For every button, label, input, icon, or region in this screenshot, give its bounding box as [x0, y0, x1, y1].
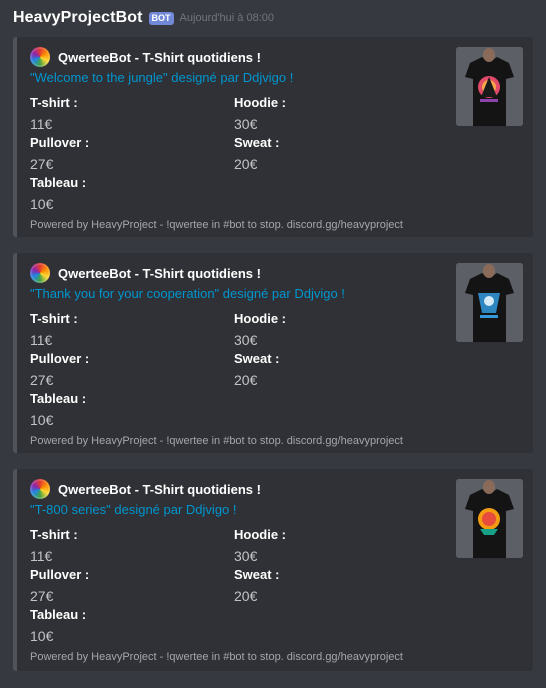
field-hoodie: Hoodie : 30€ [234, 95, 424, 133]
field-value: 11€ [30, 548, 53, 564]
field-tshirt: T-shirt : 11€ [30, 311, 220, 349]
field-name: T-shirt : [30, 95, 78, 110]
embed-author: QwerteeBot - T-Shirt quotidiens ! [30, 47, 261, 67]
qwertee-logo-icon [30, 263, 50, 283]
qwertee-logo-icon [30, 47, 50, 67]
field-name: Pullover : [30, 351, 90, 366]
field-value: 11€ [30, 332, 53, 348]
field-sweat: Sweat : 20€ [234, 351, 424, 389]
embed-title-link[interactable]: "T-800 series" designé par Ddjvigo ! [30, 502, 237, 517]
field-pullover: Pullover : 27€ [30, 351, 220, 389]
field-value: 20€ [234, 588, 258, 604]
field-name: Tableau : [30, 175, 87, 190]
field-value: 20€ [234, 372, 258, 388]
field-name: Pullover : [30, 135, 90, 150]
field-pullover: Pullover : 27€ [30, 135, 220, 173]
field-sweat: Sweat : 20€ [234, 567, 424, 605]
field-name: Hoodie : [234, 95, 286, 110]
field-name: Tableau : [30, 607, 87, 622]
bot-badge: BOT [148, 11, 174, 25]
field-tableau: Tableau : 10€ [30, 607, 220, 645]
embed-3: QwerteeBot - T-Shirt quotidiens ! "T-800… [13, 469, 533, 671]
embed-2: QwerteeBot - T-Shirt quotidiens ! "Thank… [13, 253, 533, 453]
field-tshirt: T-shirt : 11€ [30, 95, 220, 133]
field-name: T-shirt : [30, 311, 78, 326]
field-name: Sweat : [234, 567, 280, 582]
embed-author-name: QwerteeBot - T-Shirt quotidiens ! [58, 481, 261, 497]
field-value: 30€ [234, 548, 258, 564]
field-name: Sweat : [234, 351, 280, 366]
embed-author-name: QwerteeBot - T-Shirt quotidiens ! [58, 265, 261, 281]
field-value: 30€ [234, 332, 258, 348]
embed-title-link[interactable]: "Welcome to the jungle" designé par Ddjv… [30, 70, 293, 85]
field-value: 27€ [30, 156, 54, 172]
field-tableau: Tableau : 10€ [30, 175, 220, 213]
field-value: 10€ [30, 412, 54, 428]
field-value: 10€ [30, 196, 54, 212]
embed-author: QwerteeBot - T-Shirt quotidiens ! [30, 263, 261, 283]
field-value: 30€ [234, 116, 258, 132]
field-hoodie: Hoodie : 30€ [234, 527, 424, 565]
author-name[interactable]: HeavyProjectBot [13, 9, 143, 27]
field-tableau: Tableau : 10€ [30, 391, 220, 429]
field-name: Tableau : [30, 391, 87, 406]
field-name: T-shirt : [30, 527, 78, 542]
message-header: HeavyProjectBot BOT Aujourd'hui à 08:00 [13, 7, 274, 29]
field-hoodie: Hoodie : 30€ [234, 311, 424, 349]
field-name: Sweat : [234, 135, 280, 150]
field-name: Hoodie : [234, 527, 286, 542]
embed-author-name: QwerteeBot - T-Shirt quotidiens ! [58, 49, 261, 65]
field-name: Hoodie : [234, 311, 286, 326]
tshirt-thumbnail-image[interactable] [456, 479, 523, 558]
embed-footer: Powered by HeavyProject - !qwertee in #b… [30, 651, 403, 663]
qwertee-logo-icon [30, 479, 50, 499]
field-sweat: Sweat : 20€ [234, 135, 424, 173]
field-tshirt: T-shirt : 11€ [30, 527, 220, 565]
tshirt-thumbnail-image[interactable] [456, 263, 523, 342]
embed-author: QwerteeBot - T-Shirt quotidiens ! [30, 479, 261, 499]
embed-footer: Powered by HeavyProject - !qwertee in #b… [30, 219, 403, 231]
field-value: 11€ [30, 116, 53, 132]
field-value: 20€ [234, 156, 258, 172]
field-value: 10€ [30, 628, 54, 644]
embed-footer: Powered by HeavyProject - !qwertee in #b… [30, 435, 403, 447]
embed-1: QwerteeBot - T-Shirt quotidiens ! "Welco… [13, 37, 533, 237]
field-pullover: Pullover : 27€ [30, 567, 220, 605]
field-name: Pullover : [30, 567, 90, 582]
tshirt-thumbnail-image[interactable] [456, 47, 523, 126]
field-value: 27€ [30, 588, 54, 604]
embed-title-link[interactable]: "Thank you for your cooperation" designé… [30, 286, 345, 301]
message-timestamp: Aujourd'hui à 08:00 [179, 12, 274, 24]
field-value: 27€ [30, 372, 54, 388]
